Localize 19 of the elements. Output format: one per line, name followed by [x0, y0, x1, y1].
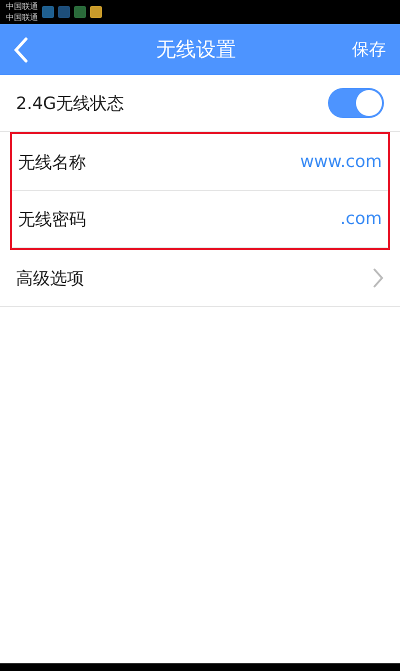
settings-row[interactable]: 无线名称 www.com — [12, 134, 388, 191]
app-icon — [58, 6, 70, 18]
row-label: 2.4G无线状态 — [16, 92, 124, 114]
app-icon — [90, 6, 102, 18]
row-label: 无线名称 — [18, 152, 86, 174]
row-label: 高级选项 — [16, 268, 84, 290]
settings-row[interactable]: 无线密码 .com — [12, 191, 388, 248]
page-title: 无线设置 — [156, 36, 237, 63]
row-label: 无线密码 — [18, 208, 86, 230]
row-value: www.com — [300, 152, 382, 172]
toggle-switch[interactable] — [328, 88, 384, 118]
chevron-right-icon — [372, 267, 384, 289]
settings-row[interactable]: 高级选项 — [0, 250, 400, 307]
settings-row[interactable]: 2.4G无线状态 — [0, 75, 400, 132]
row-value: .com — [340, 209, 382, 229]
carrier-label: 中国联通 — [6, 1, 38, 12]
app-icon — [74, 6, 86, 18]
carrier-label: 中国联通 — [6, 12, 38, 23]
app-icon — [42, 6, 54, 18]
